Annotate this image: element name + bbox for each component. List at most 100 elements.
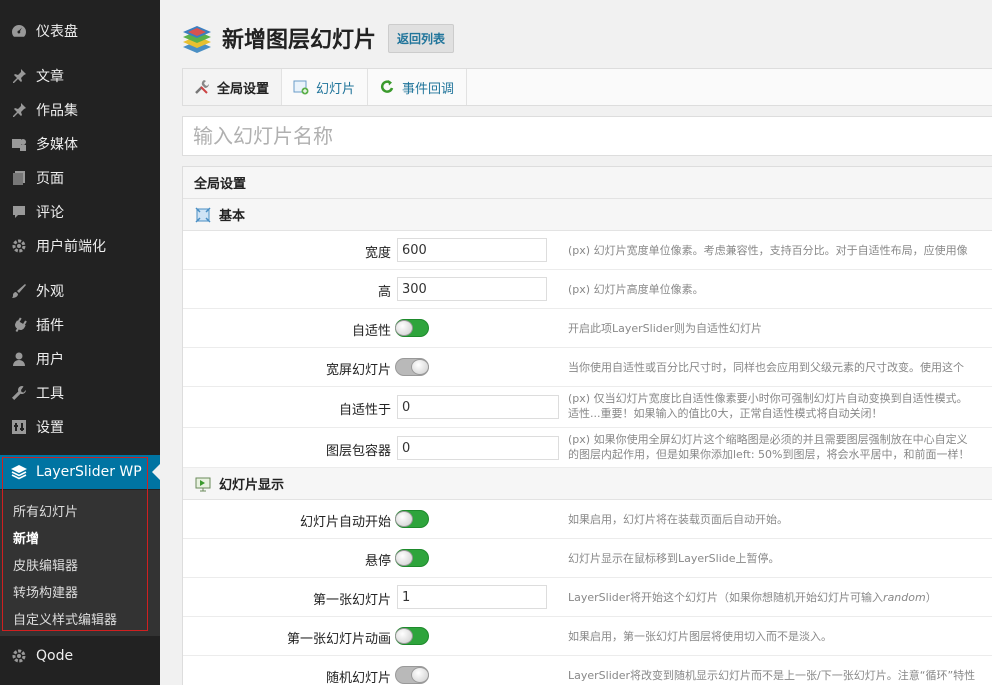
panel-title-text: 全局设置 (194, 177, 247, 192)
sidebar-item-label: 仪表盘 (36, 24, 78, 40)
responsive-toggle[interactable] (395, 319, 429, 337)
setting-label: 自适性 (351, 324, 391, 339)
setting-label: 自适性于 (338, 403, 391, 418)
sidebar-item-tools[interactable]: 工具 (0, 376, 160, 410)
sidebar-item-dashboard[interactable]: 仪表盘 (0, 14, 160, 48)
fullwidth-toggle[interactable] (395, 358, 429, 376)
tab-label: 幻灯片 (316, 81, 356, 97)
setting-description: (px) 仅当幻灯片宽度比自适性像素要小时你可强制幻灯片自动变换到自适性模式。 (568, 392, 968, 405)
callback-arrow-icon (378, 78, 396, 96)
layers-container-input[interactable] (397, 436, 559, 460)
toggle-knob (411, 667, 429, 683)
comment-icon (9, 202, 29, 222)
submenu-item-add-new[interactable]: 新增 (13, 528, 39, 547)
page-title: 新增图层幻灯片 (222, 28, 377, 53)
random-slideshow-toggle[interactable] (395, 666, 429, 684)
sidebar-item-settings[interactable]: 设置 (0, 410, 160, 444)
tab-slides[interactable]: 幻灯片 (282, 69, 369, 105)
tab-global-settings[interactable]: 全局设置 (183, 69, 283, 105)
sidebar-item-label: 用户前端化 (36, 239, 106, 255)
setting-row-autostart: 幻灯片自动开始 如果启用，幻灯片将在装载页面后自动开始。 (183, 500, 992, 539)
sidebar-item-label: 工具 (36, 386, 64, 402)
sidebar-item-users[interactable]: 用户 (0, 342, 160, 376)
setting-row-responsive: 自适性 开启此项LayerSlider则为自适性幻灯片 (183, 309, 992, 348)
setting-row-width: 宽度 (px) 幻灯片宽度单位像素。考虑兼容性，支持百分比。对于自适性布局，应使… (183, 231, 992, 270)
tools-icon (193, 78, 211, 96)
submenu-item-all-sliders[interactable]: 所有幻灯片 (13, 501, 78, 520)
layerslider-icon (9, 462, 29, 482)
setting-label: 图层包容器 (325, 444, 391, 459)
pause-on-hover-toggle[interactable] (395, 549, 429, 567)
setting-row-fullwidth: 宽屏幻灯片 当你使用自适性或百分比尺寸时，同样也会应用到父级元素的尺寸改变。使用… (183, 348, 992, 387)
setting-row-first-slide-animation: 第一张幻灯片动画 如果启用，第一张幻灯片图层将使用切入而不是淡入。 (183, 617, 992, 656)
tab-label: 事件回调 (402, 81, 455, 97)
autostart-toggle[interactable] (395, 510, 429, 528)
setting-description: LayerSlider将改变到随机显示幻灯片而不是上一张/下一张幻灯片。注意“循… (568, 669, 976, 682)
sidebar-item-label: 文章 (36, 69, 64, 85)
layerslider-submenu: 所有幻灯片 新增 皮肤编辑器 转场构建器 自定义样式编辑器 (0, 490, 160, 636)
resize-icon (194, 206, 212, 224)
height-input[interactable] (397, 277, 547, 301)
global-settings-panel: 全局设置 基本 宽度 (px) 幻灯片宽度单位像素。考虑兼容性，支持百分比。对于… (182, 166, 992, 685)
panel-title: 全局设置 (183, 167, 992, 199)
setting-description: 如果启用，第一张幻灯片图层将使用切入而不是淡入。 (568, 630, 832, 643)
random-keyword: random (883, 591, 926, 604)
setting-label: 宽屏幻灯片 (325, 363, 391, 378)
section-title: 基本 (219, 209, 246, 224)
active-indicator-arrow (152, 464, 160, 480)
toggle-knob (395, 550, 413, 566)
first-slide-animation-toggle[interactable] (395, 627, 429, 645)
sidebar-item-portfolio[interactable]: 作品集 (0, 93, 160, 127)
setting-row-responsive-under: 自适性于 (px) 仅当幻灯片宽度比自适性像素要小时你可强制幻灯片自动变换到自适… (183, 387, 992, 428)
admin-sidebar: 仪表盘 文章 作品集 多媒体 页面 评论 用户前端化 外观 插件 用户 工具 设… (0, 0, 160, 685)
setting-description: 开启此项LayerSlider则为自适性幻灯片 (568, 322, 763, 335)
tab-label: 全局设置 (217, 81, 270, 97)
sidebar-item-label: 作品集 (36, 103, 78, 119)
sidebar-item-layerslider[interactable]: LayerSlider WP (0, 455, 160, 489)
setting-label: 第一张幻灯片动画 (286, 632, 391, 647)
setting-description: 如果启用，幻灯片将在装载页面后自动开始。 (568, 513, 788, 526)
submenu-item-transition-builder[interactable]: 转场构建器 (13, 582, 78, 601)
back-to-list-button[interactable]: 返回列表 (388, 23, 455, 53)
sidebar-item-posts[interactable]: 文章 (0, 59, 160, 93)
setting-description: (px) 幻灯片宽度单位像素。考虑兼容性，支持百分比。对于自适性布局，应使用像 (568, 244, 968, 257)
setting-description: (px) 幻灯片高度单位像素。 (568, 283, 704, 296)
setting-label: 随机幻灯片 (325, 671, 391, 685)
sidebar-item-frontend-user[interactable]: 用户前端化 (0, 229, 160, 263)
slider-name-input[interactable] (182, 116, 992, 156)
sidebar-item-label: LayerSlider WP (36, 464, 142, 480)
sidebar-item-plugins[interactable]: 插件 (0, 308, 160, 342)
main-content: 新增图层幻灯片 返回列表 全局设置 幻灯片 事件回调 全局设置 (160, 0, 992, 685)
sidebar-item-media[interactable]: 多媒体 (0, 127, 160, 161)
add-slide-icon (292, 78, 310, 96)
tab-event-callbacks[interactable]: 事件回调 (368, 69, 468, 105)
setting-label: 幻灯片自动开始 (299, 515, 391, 530)
setting-row-random-slideshow: 随机幻灯片 LayerSlider将改变到随机显示幻灯片而不是上一张/下一张幻灯… (183, 656, 992, 685)
submenu-item-custom-styles-editor[interactable]: 自定义样式编辑器 (13, 609, 117, 628)
gear-icon (9, 646, 29, 666)
page-header: 新增图层幻灯片 返回列表 (180, 20, 455, 56)
setting-description: (px) 如果你使用全屏幻灯片这个缩略图是必须的并且需要图层强制放在中心自定义 (568, 433, 968, 446)
section-title: 幻灯片显示 (219, 478, 285, 493)
toggle-knob (411, 359, 429, 375)
sidebar-item-label: 用户 (36, 352, 64, 368)
media-icon (9, 134, 29, 154)
gear-icon (9, 236, 29, 256)
section-header-slideshow: 幻灯片显示 (183, 468, 992, 500)
responsive-under-input[interactable] (397, 395, 559, 419)
sidebar-item-label: 设置 (36, 420, 64, 436)
sidebar-item-pages[interactable]: 页面 (0, 161, 160, 195)
page-icon (9, 168, 29, 188)
first-slide-input[interactable] (397, 585, 547, 609)
sidebar-item-appearance[interactable]: 外观 (0, 274, 160, 308)
section-header-basic: 基本 (183, 199, 992, 231)
submenu-item-skin-editor[interactable]: 皮肤编辑器 (13, 555, 78, 574)
setting-row-first-slide: 第一张幻灯片 LayerSlider将开始这个幻灯片（如果你想随机开始幻灯片可输… (183, 578, 992, 617)
settings-tabs: 全局设置 幻灯片 事件回调 (182, 68, 992, 106)
sidebar-item-qode[interactable]: Qode (0, 639, 160, 673)
setting-description-line2: 的图层内起作用，但是如果你添加left: 50%到图层，将会水平居中，和前面一样… (568, 448, 970, 461)
sidebar-item-comments[interactable]: 评论 (0, 195, 160, 229)
width-input[interactable] (397, 238, 547, 262)
setting-row-height: 高 (px) 幻灯片高度单位像素。 (183, 270, 992, 309)
setting-description: 幻灯片显示在鼠标移到LayerSlide上暂停。 (568, 552, 780, 565)
